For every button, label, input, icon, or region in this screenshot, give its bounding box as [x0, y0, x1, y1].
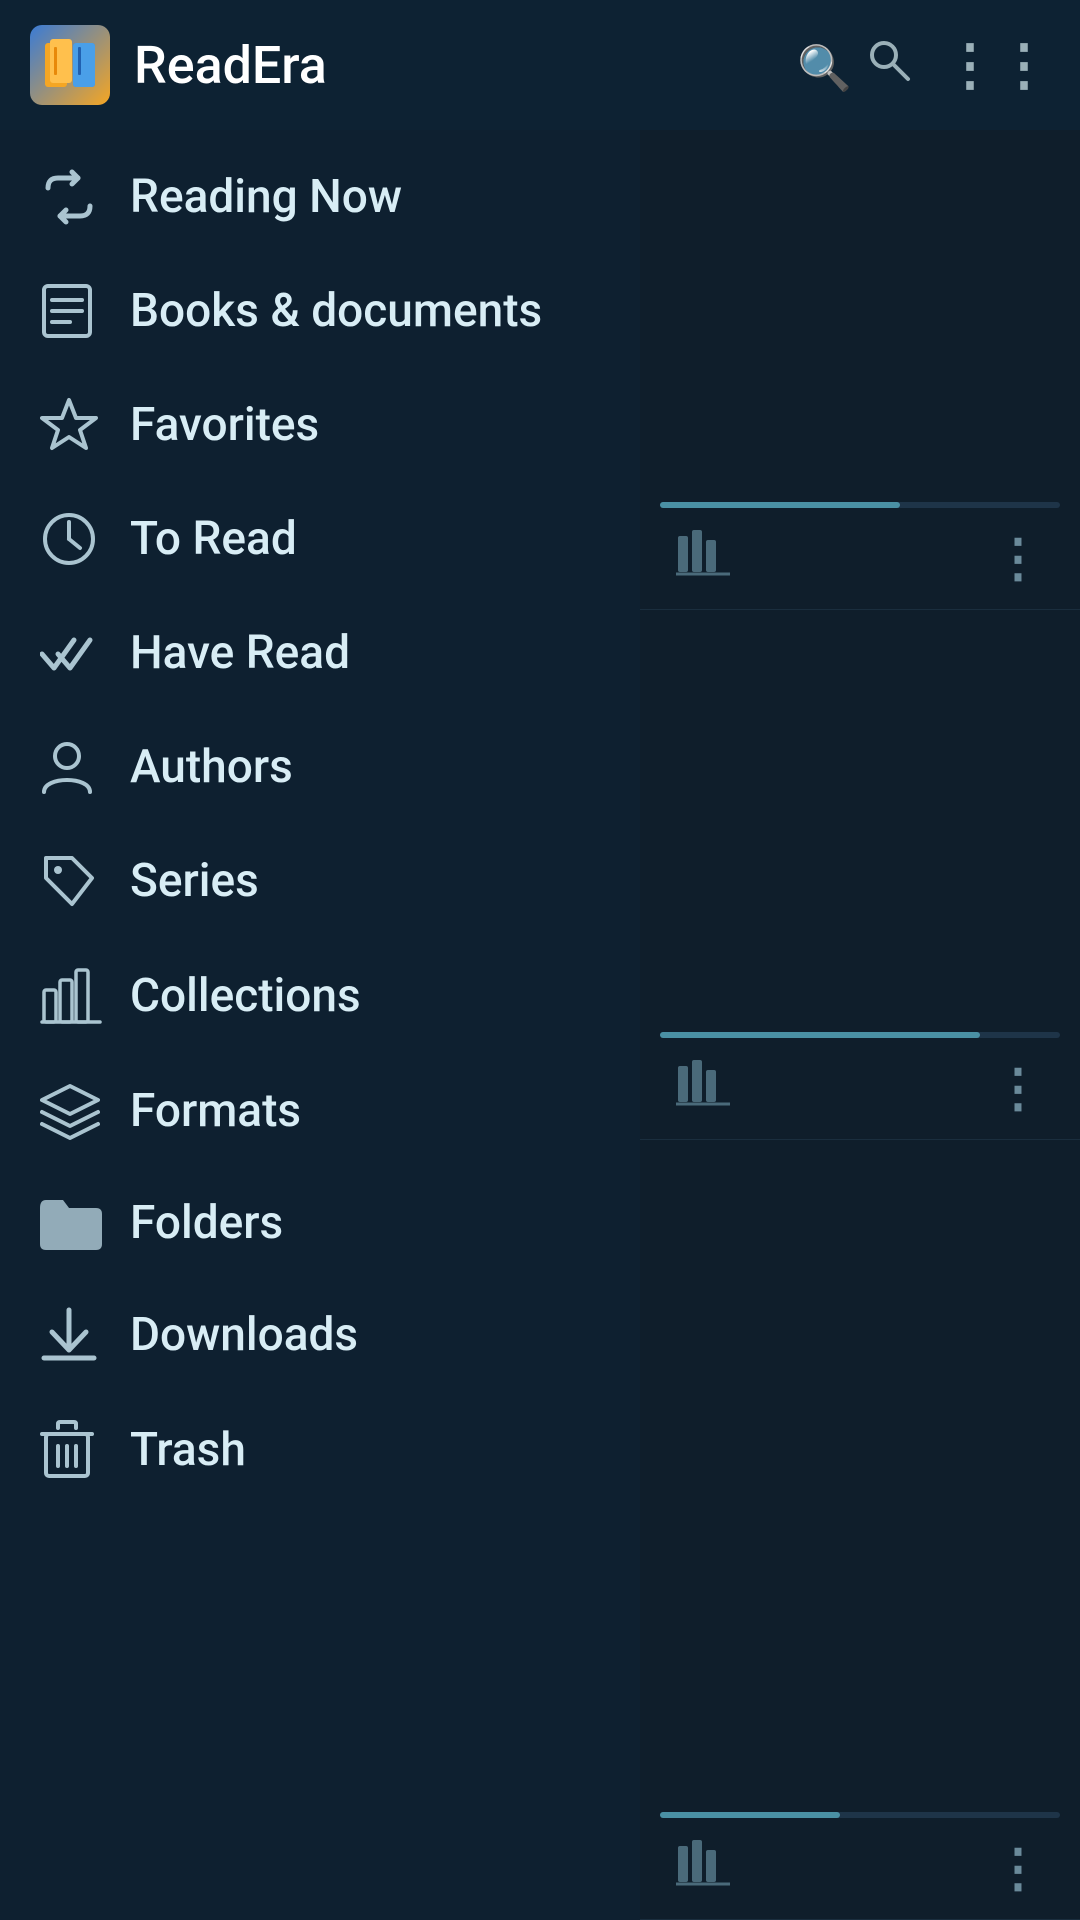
header-actions: ⋮: [797, 32, 1050, 98]
main-layout: Reading Now Books & documents Favorit: [0, 130, 1080, 1920]
sidebar-item-books-documents[interactable]: Books & documents: [0, 254, 640, 368]
more-icon[interactable]: ⋮: [992, 528, 1044, 589]
sidebar-item-label-collections: Collections: [130, 969, 361, 1023]
sidebar-item-have-read[interactable]: Have Read: [0, 596, 640, 710]
star-icon: [40, 396, 120, 454]
sidebar-item-label-favorites: Favorites: [130, 398, 319, 452]
document-icon: [40, 282, 120, 340]
sidebar-item-reading-now[interactable]: Reading Now: [0, 140, 640, 254]
library-icon[interactable]: [676, 528, 992, 589]
sidebar-item-label-books-documents: Books & documents: [130, 284, 542, 338]
sidebar-item-favorites[interactable]: Favorites: [0, 368, 640, 482]
app-title: ReadEra: [134, 35, 797, 96]
sidebar-item-folders[interactable]: Folders: [0, 1168, 640, 1278]
app-header: ReadEra ⋮: [0, 0, 1080, 130]
download-icon: [40, 1306, 120, 1364]
sidebar-item-label-reading-now: Reading Now: [130, 170, 402, 224]
repeat-icon: [40, 168, 120, 226]
book-card: ⋮: [640, 130, 1080, 610]
sidebar-item-series[interactable]: Series: [0, 824, 640, 938]
sidebar-item-label-formats: Formats: [130, 1084, 301, 1138]
navigation-drawer: Reading Now Books & documents Favorit: [0, 130, 640, 1920]
folder-icon: [40, 1196, 120, 1250]
more-icon[interactable]: ⋮: [992, 1838, 1044, 1899]
sidebar-item-to-read[interactable]: To Read: [0, 482, 640, 596]
sidebar-item-collections[interactable]: Collections: [0, 938, 640, 1054]
sidebar-item-authors[interactable]: Authors: [0, 710, 640, 824]
library-icon[interactable]: [676, 1058, 992, 1119]
sidebar-item-label-have-read: Have Read: [130, 626, 350, 680]
sidebar-item-trash[interactable]: Trash: [0, 1392, 640, 1508]
person-icon: [40, 738, 120, 796]
double-check-icon: [40, 624, 120, 682]
sidebar-item-formats[interactable]: Formats: [0, 1054, 640, 1168]
book-card: ⋮: [640, 610, 1080, 1140]
search-icon[interactable]: [797, 35, 912, 95]
sidebar-item-label-trash: Trash: [130, 1423, 246, 1477]
more-options-icon[interactable]: ⋮: [942, 32, 1050, 98]
content-area: ⋮ ⋮: [640, 130, 1080, 1920]
trash-icon: [40, 1420, 120, 1480]
book-card-footer: ⋮: [660, 508, 1060, 609]
sidebar-item-label-downloads: Downloads: [130, 1308, 358, 1362]
sidebar-item-label-authors: Authors: [130, 740, 293, 794]
book-card-footer: ⋮: [660, 1038, 1060, 1139]
app-logo: [30, 25, 110, 105]
layers-icon: [40, 1082, 120, 1140]
sidebar-item-label-folders: Folders: [130, 1196, 283, 1250]
collections-icon: [40, 966, 120, 1026]
book-card-footer: ⋮: [660, 1818, 1060, 1919]
more-icon[interactable]: ⋮: [992, 1058, 1044, 1119]
sidebar-item-label-series: Series: [130, 854, 259, 908]
sidebar-item-label-to-read: To Read: [130, 512, 297, 566]
clock-icon: [40, 510, 120, 568]
book-card: ⋮: [640, 1140, 1080, 1920]
library-icon[interactable]: [676, 1838, 992, 1899]
sidebar-item-downloads[interactable]: Downloads: [0, 1278, 640, 1392]
tag-icon: [40, 852, 120, 910]
